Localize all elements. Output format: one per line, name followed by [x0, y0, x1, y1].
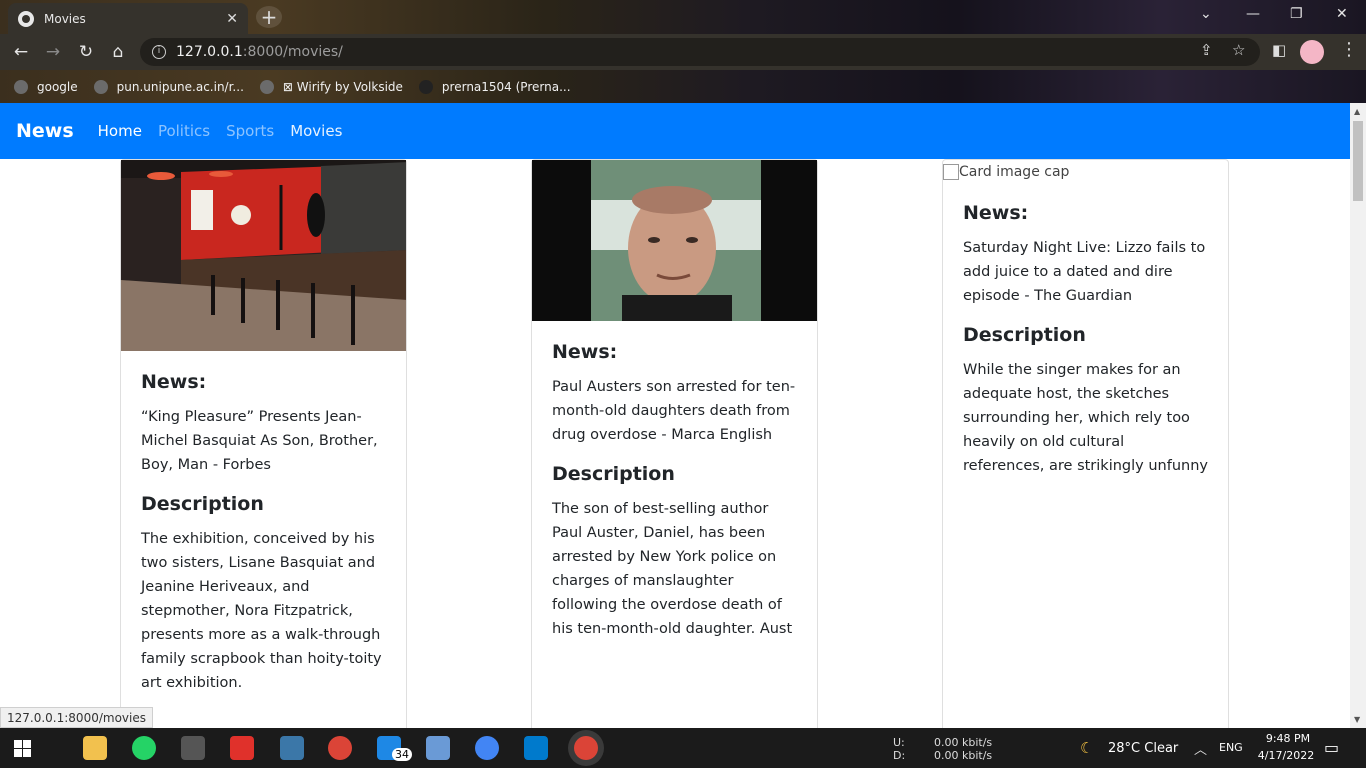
net-up-speed: 0.00 kbit/s [934, 736, 993, 749]
net-down-label: D: [893, 749, 906, 762]
bookmark-icon [259, 79, 274, 94]
chrome-active-icon[interactable] [574, 736, 598, 760]
news-card: News: “King Pleasure” Presents Jean-Mich… [120, 159, 407, 728]
weather-text[interactable]: 28°C Clear [1108, 741, 1178, 756]
news-card: Card image cap News: Saturday Night Live… [942, 159, 1229, 728]
news-title: Saturday Night Live: Lizzo fails to add … [963, 240, 1206, 304]
browser-toolbar: ← → ↻ ⌂ i 127.0.0.1:8000/movies/ ⇪ ☆ ◧ ⋮ [0, 34, 1366, 70]
tab-movies[interactable]: Movies ✕ [8, 3, 248, 34]
side-panel-icon[interactable]: ◧ [1272, 41, 1286, 59]
nav-home[interactable]: Home [98, 122, 142, 140]
gallery-photo [121, 160, 406, 351]
broken-image-icon [943, 164, 959, 180]
url-host: 127.0.0.1 [176, 44, 243, 60]
scroll-down-icon[interactable]: ▼ [1354, 715, 1360, 724]
globe-icon [18, 10, 34, 27]
nav-sports[interactable]: Sports [226, 122, 274, 140]
language-indicator[interactable]: ENG [1219, 741, 1243, 754]
close-tab-icon[interactable]: ✕ [226, 11, 238, 27]
card-body: News: Paul Austers son arrested for ten-… [532, 321, 817, 677]
description-heading: Description [963, 324, 1086, 346]
forward-icon[interactable]: → [42, 41, 64, 63]
bookmark-icon [93, 79, 108, 94]
windows-start-icon[interactable] [14, 740, 31, 757]
minimize-icon[interactable]: — [1246, 6, 1260, 22]
description-heading: Description [141, 493, 264, 515]
news-heading: News: [552, 341, 618, 363]
mail-badge: 34 [392, 748, 412, 761]
nav-politics[interactable]: Politics [158, 122, 210, 140]
chrome-icon[interactable] [328, 736, 352, 760]
moon-icon[interactable]: ☾ [1080, 739, 1093, 757]
news-title: Paul Austers son arrested for ten-month-… [552, 379, 796, 443]
link-status-tooltip: 127.0.0.1:8000/movies [0, 707, 153, 728]
star-icon[interactable]: ☆ [1232, 41, 1245, 59]
chrome-profile-icon[interactable] [475, 736, 499, 760]
card-image [121, 160, 406, 351]
card-body: News: “King Pleasure” Presents Jean-Mich… [121, 351, 406, 728]
news-heading: News: [963, 202, 1029, 224]
net-up-label: U: [893, 736, 905, 749]
description-text: The son of best-selling author Paul Aust… [552, 501, 793, 637]
bookmark-github[interactable]: prerna1504 (Prerna... [418, 79, 571, 94]
description-text: While the singer makes for an adequate h… [963, 362, 1208, 474]
share-icon[interactable]: ⇪ [1200, 41, 1213, 59]
bookmark-icon [14, 79, 28, 94]
back-icon[interactable]: ← [10, 41, 32, 63]
bookmarks-bar: google pun.unipune.ac.in/r... ⊠ Wirify b… [0, 70, 1366, 103]
brand-link[interactable]: News [16, 120, 74, 142]
net-down-speed: 0.00 kbit/s [934, 749, 993, 762]
video-thumbnail [532, 160, 817, 321]
file-explorer-icon[interactable] [83, 736, 107, 760]
clock-date[interactable]: 4/17/2022 [1254, 749, 1318, 762]
restore-icon[interactable]: ❐ [1290, 6, 1303, 22]
scroll-up-icon[interactable]: ▲ [1354, 107, 1360, 116]
browser-chrome: Movies ✕ + ⌄ — ❐ ✕ ← → ↻ ⌂ i 127.0.0.1:8… [0, 0, 1366, 103]
chevron-down-icon[interactable]: ⌄ [1200, 6, 1212, 22]
new-tab-button[interactable]: + [256, 6, 282, 28]
broken-image: Card image cap [943, 160, 1228, 180]
close-window-icon[interactable]: ✕ [1336, 6, 1348, 22]
python-icon[interactable] [280, 736, 304, 760]
chevron-up-icon[interactable]: ︿ [1194, 739, 1207, 758]
bookmark-wirify[interactable]: ⊠ Wirify by Volkside [259, 79, 403, 94]
page-scrollbar[interactable]: ▲ ▼ [1350, 103, 1366, 728]
bookmark-google[interactable]: google [14, 79, 78, 94]
news-title: “King Pleasure” Presents Jean-Michel Bas… [141, 409, 378, 473]
info-icon[interactable]: i [152, 45, 166, 59]
description-text: The exhibition, conceived by his two sis… [141, 531, 382, 691]
clock-time[interactable]: 9:48 PM [1260, 732, 1316, 745]
description-heading: Description [552, 463, 675, 485]
whatsapp-icon[interactable] [132, 736, 156, 760]
reload-icon[interactable]: ↻ [75, 41, 97, 63]
bookmark-unipune[interactable]: pun.unipune.ac.in/r... [93, 79, 244, 94]
windows-taskbar: 34 U: D: 0.00 kbit/s 0.00 kbit/s ☾ 28°C … [0, 728, 1366, 768]
card-body: News: Saturday Night Live: Lizzo fails t… [943, 180, 1228, 514]
image-alt-text: Card image cap [959, 164, 1070, 180]
tab-title: Movies [44, 11, 86, 26]
home-icon[interactable]: ⌂ [107, 41, 129, 63]
anydesk-icon[interactable] [230, 736, 254, 760]
vscode-icon[interactable] [524, 736, 548, 760]
scroll-thumb[interactable] [1353, 121, 1363, 201]
content-area: News: “King Pleasure” Presents Jean-Mich… [0, 159, 1350, 728]
nav-movies[interactable]: Movies [290, 122, 342, 140]
notifications-icon[interactable]: ▭ [1324, 738, 1339, 757]
menu-icon[interactable]: ⋮ [1340, 39, 1358, 60]
address-bar[interactable]: i 127.0.0.1:8000/movies/ [140, 38, 1260, 66]
profile-avatar[interactable] [1300, 40, 1324, 64]
news-heading: News: [141, 371, 207, 393]
java-icon[interactable] [181, 736, 205, 760]
site-navbar: News Home Politics Sports Movies [0, 103, 1350, 159]
url-path: :8000/movies/ [242, 44, 343, 60]
news-card: News: Paul Austers son arrested for ten-… [531, 159, 818, 728]
tab-strip: Movies ✕ + ⌄ — ❐ ✕ [0, 0, 1366, 34]
github-icon [418, 79, 433, 94]
python-idle-icon[interactable] [426, 736, 450, 760]
card-image [532, 160, 817, 321]
